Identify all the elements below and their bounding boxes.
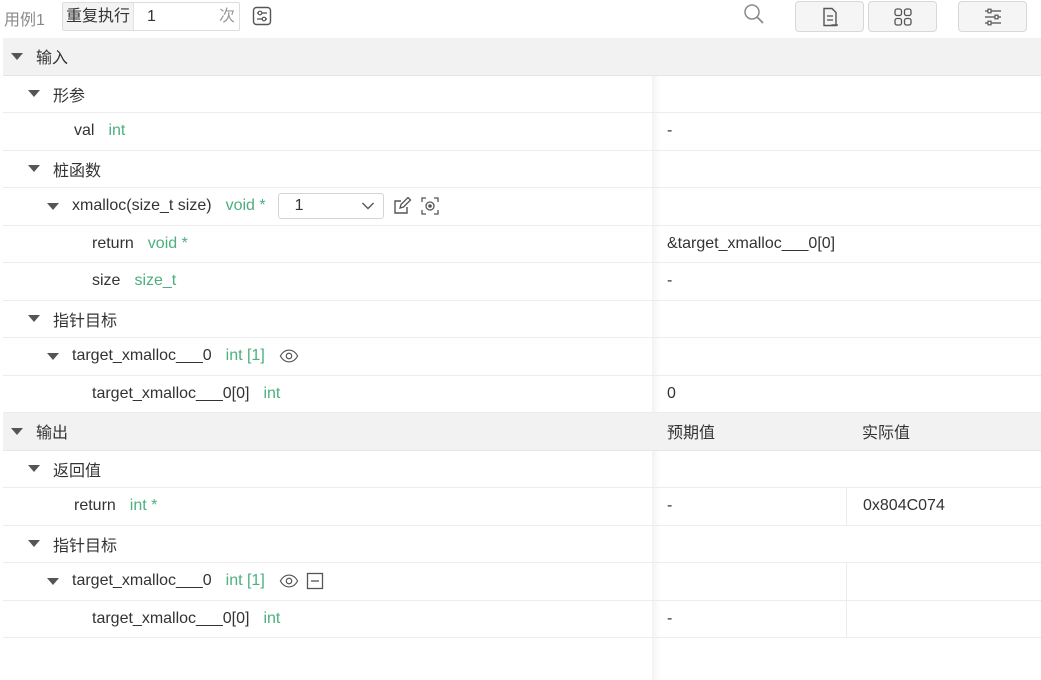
pointer-target-name: target_xmalloc___0 bbox=[72, 572, 212, 590]
test-case-table: 输入 形参 val int - 桩函数 xmalloc(size_t size)… bbox=[3, 38, 1041, 638]
collapse-caret-icon[interactable] bbox=[28, 165, 40, 173]
collapse-caret-icon[interactable] bbox=[28, 315, 40, 323]
table-row: size size_t - bbox=[3, 263, 1041, 301]
stub-call-count-select[interactable]: 1 bbox=[277, 193, 384, 220]
collapse-caret-icon[interactable] bbox=[11, 427, 23, 435]
collapse-caret-icon[interactable] bbox=[28, 540, 40, 548]
pointer-target-type: int [1] bbox=[225, 572, 265, 590]
group-title: 桩函数 bbox=[53, 162, 102, 180]
search-icon[interactable] bbox=[742, 2, 766, 26]
pointer-element-name: target_xmalloc___0[0] bbox=[92, 384, 250, 402]
document-icon bbox=[822, 7, 838, 26]
section-title: 输出 bbox=[36, 425, 69, 443]
group-title: 指针目标 bbox=[53, 312, 118, 330]
return-name: return bbox=[74, 497, 116, 515]
pointer-targets-group-row[interactable]: 指针目标 bbox=[3, 300, 1041, 338]
repeat-unit-label: 次 bbox=[218, 8, 235, 25]
pointer-element-expected-cell[interactable]: - bbox=[652, 601, 846, 638]
table-row: target_xmalloc___0[0] int 0 bbox=[3, 375, 1041, 413]
pointer-target-type: int [1] bbox=[225, 347, 265, 365]
eye-icon[interactable] bbox=[279, 346, 299, 366]
case-label: 用例1 bbox=[4, 12, 45, 29]
collapse-caret-icon[interactable] bbox=[47, 577, 59, 585]
collapse-caret-icon[interactable] bbox=[28, 465, 40, 473]
collapse-caret-icon[interactable] bbox=[47, 352, 59, 360]
eye-icon[interactable] bbox=[279, 571, 299, 591]
stubs-group-row[interactable]: 桩函数 bbox=[3, 150, 1041, 188]
stub-function-row[interactable]: xmalloc(size_t size) void * 1 bbox=[3, 188, 1041, 226]
group-title: 形参 bbox=[53, 87, 86, 105]
param-name: val bbox=[74, 122, 95, 140]
table-empty-area bbox=[3, 638, 1041, 680]
stub-function-type: void * bbox=[225, 197, 266, 215]
table-row: target_xmalloc___0[0] int - bbox=[3, 600, 1041, 638]
return-type: int * bbox=[129, 497, 158, 515]
grid-view-button[interactable] bbox=[868, 1, 937, 32]
actual-value-header: 实际值 bbox=[862, 425, 911, 443]
repeat-execution-label: 重复执行 bbox=[63, 3, 135, 30]
collapse-box-icon[interactable] bbox=[305, 571, 325, 591]
repeat-count-input[interactable] bbox=[143, 3, 211, 30]
stub-child-type: void * bbox=[147, 234, 188, 252]
return-expected-cell[interactable]: - bbox=[652, 488, 846, 525]
section-title: 输入 bbox=[36, 50, 69, 68]
table-row: return int * - 0x804C074 bbox=[3, 488, 1041, 526]
pointer-element-type: int bbox=[263, 609, 281, 627]
pointer-element-name: target_xmalloc___0[0] bbox=[92, 609, 250, 627]
repeat-execution-group: 重复执行 次 bbox=[62, 2, 240, 31]
stub-call-count-value: 1 bbox=[294, 197, 304, 215]
edit-icon[interactable] bbox=[392, 196, 412, 216]
pointer-target-row[interactable]: target_xmalloc___0 int [1] bbox=[3, 338, 1041, 376]
toolbar: 用例1 重复执行 次 bbox=[0, 0, 1041, 38]
pointer-element-actual-cell bbox=[846, 600, 1041, 637]
chevron-down-icon bbox=[361, 202, 374, 210]
sliders-icon bbox=[984, 8, 1001, 25]
return-value-group-row[interactable]: 返回值 bbox=[3, 450, 1041, 488]
stub-param-value-cell[interactable]: - bbox=[652, 263, 1041, 300]
table-row: return void * &target_xmalloc___0[0] bbox=[3, 225, 1041, 263]
document-button[interactable] bbox=[795, 1, 864, 32]
stub-child-name: size bbox=[92, 272, 121, 290]
collapse-caret-icon[interactable] bbox=[28, 90, 40, 98]
stub-return-value-cell[interactable]: &target_xmalloc___0[0] bbox=[652, 226, 1041, 263]
pointer-element-type: int bbox=[263, 384, 281, 402]
input-section-row[interactable]: 输入 bbox=[3, 38, 1041, 76]
pointer-element-value-cell[interactable]: 0 bbox=[652, 376, 1041, 413]
group-title: 返回值 bbox=[53, 462, 102, 480]
grid-icon bbox=[893, 7, 912, 26]
stub-child-type: size_t bbox=[134, 272, 177, 290]
stub-child-name: return bbox=[92, 234, 134, 252]
pointer-target-row[interactable]: target_xmalloc___0 int [1] bbox=[3, 563, 1041, 601]
table-row: val int - bbox=[3, 113, 1041, 151]
filter-settings-button[interactable] bbox=[958, 1, 1027, 32]
params-group-row[interactable]: 形参 bbox=[3, 75, 1041, 113]
settings-panel-icon[interactable] bbox=[252, 6, 272, 26]
param-type: int bbox=[108, 122, 126, 140]
collapse-caret-icon[interactable] bbox=[47, 202, 59, 210]
param-value-cell[interactable]: - bbox=[652, 113, 1041, 150]
collapse-caret-icon[interactable] bbox=[11, 52, 23, 60]
expected-value-header: 预期值 bbox=[667, 425, 716, 443]
group-title: 指针目标 bbox=[53, 537, 118, 555]
pointer-targets-group-row[interactable]: 指针目标 bbox=[3, 525, 1041, 563]
stub-function-name: xmalloc(size_t size) bbox=[72, 197, 212, 215]
capture-icon[interactable] bbox=[420, 196, 440, 216]
return-actual-cell: 0x804C074 bbox=[846, 488, 1041, 525]
pointer-target-name: target_xmalloc___0 bbox=[72, 347, 212, 365]
output-section-row[interactable]: 输出 预期值 实际值 bbox=[3, 413, 1041, 451]
